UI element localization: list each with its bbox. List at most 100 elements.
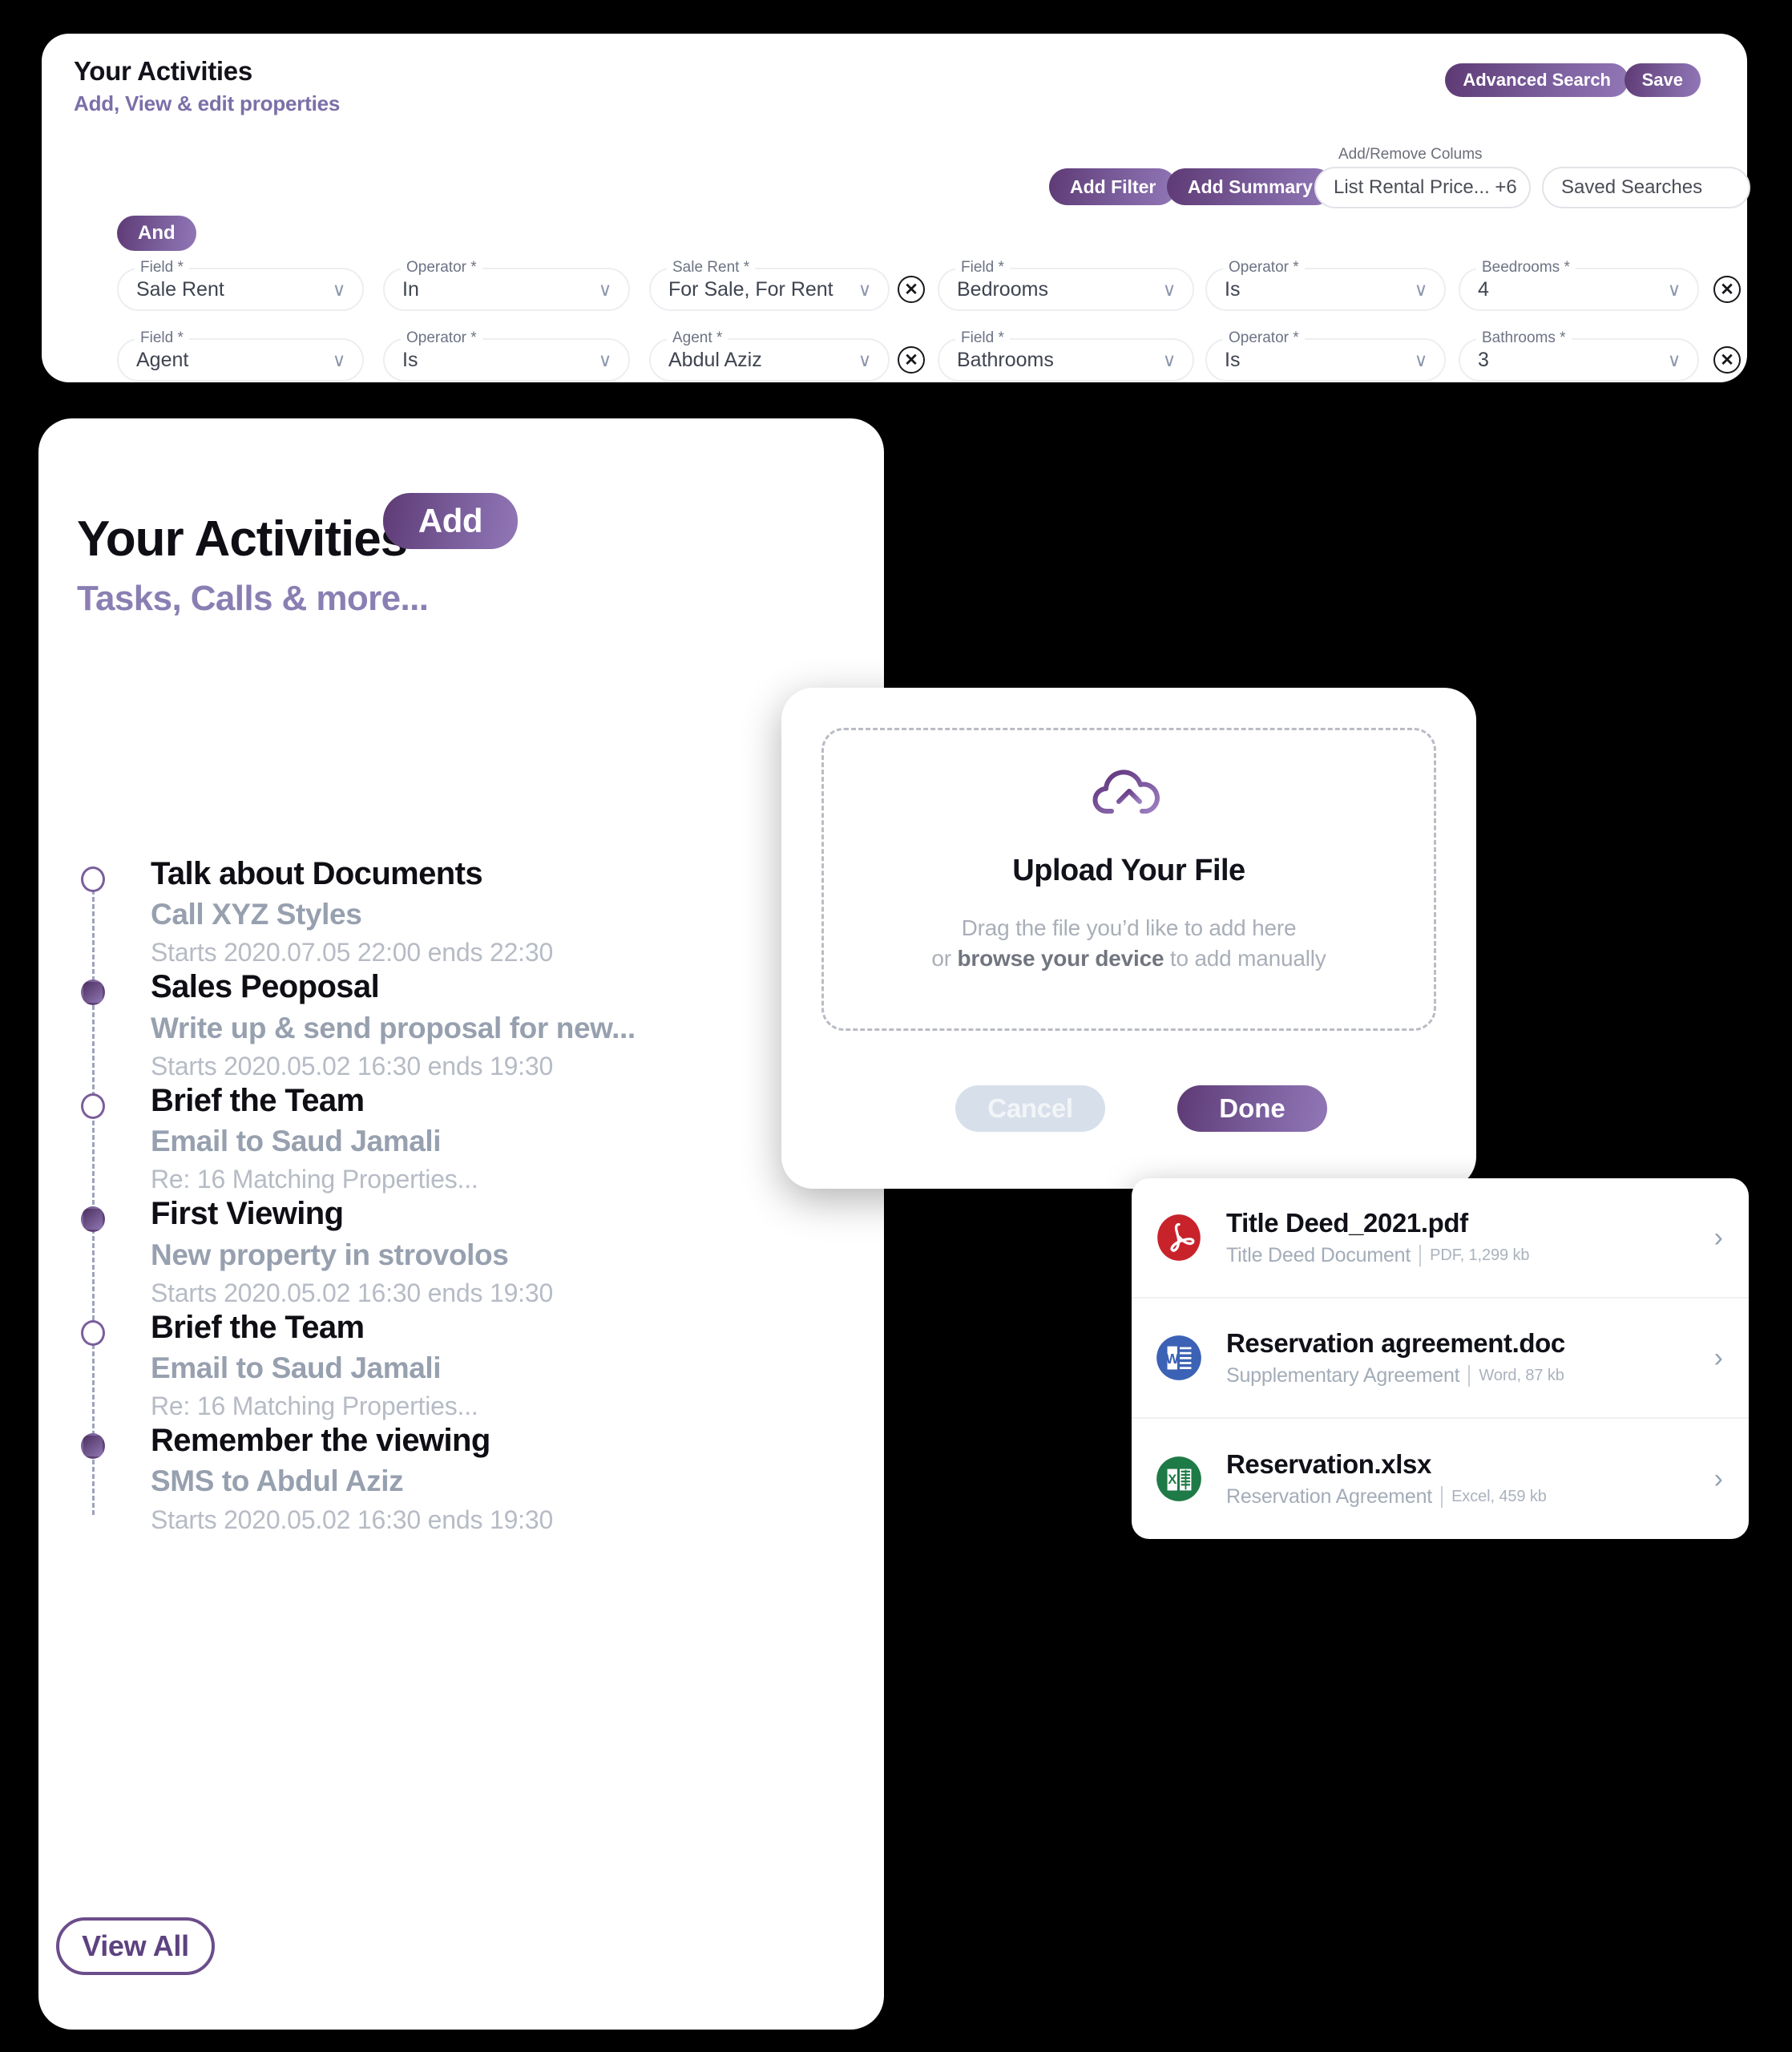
and-conjunction-chip[interactable]: And [117,216,196,251]
file-description: Title Deed Document [1226,1244,1411,1266]
filter-value-select[interactable]: Sale Rent * For Sale, For Rent ∨ [649,259,890,311]
activity-item[interactable]: Brief the Team Email to Saud Jamali Re: 16… [77,1309,846,1422]
chevron-down-icon: ∨ [332,278,346,300]
activity-status-dot [81,1093,105,1119]
filter-value-value: 4 [1478,277,1489,301]
advanced-search-panel: Your Activities Add, View & edit propert… [42,34,1750,382]
activity-meta: Re: 16 Matching Properties... [151,1165,478,1194]
svg-text:X: X [1168,1472,1177,1487]
add-remove-columns-label: Add/Remove Colums [1334,146,1487,164]
upload-hint-line-1: Drag the file you’d like to add here [961,915,1297,940]
chevron-down-icon: ∨ [598,278,612,300]
remove-filter-icon[interactable]: ✕ [898,346,925,374]
file-list-item[interactable]: Title Deed_2021.pdf Title Deed Document PD… [1132,1178,1749,1299]
view-all-button[interactable]: View All [56,1917,215,1975]
filter-operator-value: Is [1225,348,1241,371]
activity-item[interactable]: Brief the Team Email to Saud Jamali Re: 16… [77,1082,846,1195]
chevron-down-icon: ∨ [858,278,872,300]
chevron-right-icon[interactable]: › [1714,1465,1723,1493]
filter-field-value: Bathrooms [957,348,1054,371]
activity-status-dot [81,1319,105,1346]
filter-operator-select[interactable]: Operator * Is ∨ [1205,259,1446,311]
divider [1419,1245,1422,1266]
panel-title: Your Activities [74,56,252,86]
activities-title: Your Activities [77,511,408,567]
save-button[interactable]: Save [1624,63,1701,97]
activity-status-dot [81,866,105,892]
chevron-down-icon: ∨ [1162,278,1177,300]
file-list-item[interactable]: W Reservation agreement.doc Supplementary … [1132,1299,1749,1419]
filter-field-select[interactable]: Field * Agent ∨ [117,329,364,382]
filter-field-value: Agent [136,348,189,371]
activities-timeline: Talk about Documents Call XYZ Styles Start… [77,855,846,1536]
file-description: Supplementary Agreement [1226,1364,1460,1387]
add-summary-button[interactable]: Add Summary [1167,168,1334,205]
filter-value-select[interactable]: Agent * Abdul Aziz ∨ [649,329,890,382]
filter-row: Field * Sale Rent ∨ Operator * In ∨ Sale… [42,259,1747,311]
filter-value-select[interactable]: Beedrooms * 4 ∨ [1459,259,1699,311]
filter-field-select[interactable]: Field * Bedrooms ∨ [938,259,1194,311]
screen: Your Activities Add, View & edit propert… [0,0,1792,2052]
browse-device-link[interactable]: browse your device [957,946,1164,971]
filter-operator-select[interactable]: Operator * Is ∨ [383,329,630,382]
filter-operator-select[interactable]: Operator * Is ∨ [1205,329,1446,382]
filter-field-label: Field * [135,259,189,277]
chevron-right-icon[interactable]: › [1714,1344,1723,1371]
filter-value-value: Abdul Aziz [668,348,762,371]
activity-meta: Starts 2020.05.02 16:30 ends 19:30 [151,1051,554,1081]
activity-meta: Starts 2020.05.02 16:30 ends 19:30 [151,1505,554,1534]
file-description: Reservation Agreement [1226,1485,1433,1508]
filter-value-label: Agent * [667,329,729,347]
file-text-block: Title Deed_2021.pdf Title Deed Document PD… [1226,1208,1703,1267]
filter-operator-label: Operator * [1223,259,1305,277]
filter-operator-label: Operator * [1223,329,1305,347]
chevron-right-icon[interactable]: › [1714,1224,1723,1251]
filter-operator-value: Is [1225,277,1241,301]
activity-title: Remember the viewing [151,1423,490,1459]
activity-item[interactable]: Sales Peoposal Write up & send proposal f… [77,968,846,1081]
saved-searches-select[interactable]: Saved Searches [1542,167,1750,208]
advanced-search-button[interactable]: Advanced Search [1445,63,1629,97]
pdf-file-icon [1157,1214,1201,1261]
upload-hint-prefix: or [931,946,958,971]
filter-value-label: Sale Rent * [667,259,756,277]
filter-field-value: Bedrooms [957,277,1048,301]
activity-meta: Re: 16 Matching Properties... [151,1392,478,1421]
file-list-item[interactable]: X Reservation.xlsx Reservation Agreement Ex… [1132,1419,1749,1539]
activity-description: Call XYZ Styles [151,898,362,931]
activity-title: First Viewing [151,1196,344,1232]
file-name: Title Deed_2021.pdf [1226,1208,1468,1238]
filter-field-value: Sale Rent [136,277,224,301]
activity-item[interactable]: Remember the viewing SMS to Abdul Aziz Sta… [77,1422,846,1535]
add-activity-button[interactable]: Add [383,493,518,549]
filter-operator-select[interactable]: Operator * In ∨ [383,259,630,311]
activity-description: Write up & send proposal for new... [151,1011,636,1044]
filter-value-value: For Sale, For Rent [668,277,833,301]
filter-field-select[interactable]: Field * Bathrooms ∨ [938,329,1194,382]
remove-filter-icon[interactable]: ✕ [1713,276,1741,303]
cancel-button[interactable]: Cancel [955,1085,1105,1132]
activities-subtitle: Tasks, Calls & more... [77,579,429,618]
activity-title: Talk about Documents [151,856,483,891]
filter-field-label: Field * [955,259,1010,277]
activity-item[interactable]: Talk about Documents Call XYZ Styles Start… [77,855,846,968]
remove-filter-icon[interactable]: ✕ [898,276,925,303]
activity-description: Email to Saud Jamali [151,1125,442,1158]
add-filter-button[interactable]: Add Filter [1049,168,1177,205]
activity-title: Sales Peoposal [151,969,380,1005]
word-file-icon: W [1156,1335,1201,1380]
chevron-down-icon: ∨ [1667,278,1681,300]
filter-value-select[interactable]: Bathrooms * 3 ∨ [1459,329,1699,382]
upload-hint-line-2: or browse your device to add manually [931,946,1326,971]
remove-filter-icon[interactable]: ✕ [1713,346,1741,374]
add-remove-columns-select[interactable]: Add/Remove Colums List Rental Price... +… [1314,146,1531,208]
filter-value-label: Bathrooms * [1476,329,1572,347]
file-dropzone[interactable]: Upload Your File Drag the file you’d lik… [821,728,1436,1031]
filter-field-select[interactable]: Field * Sale Rent ∨ [117,259,364,311]
activity-description: New property in strovolos [151,1238,509,1271]
activity-item[interactable]: First Viewing New property in strovolos St… [77,1195,846,1308]
excel-file-icon: X [1156,1456,1201,1501]
chevron-down-icon: ∨ [858,349,872,370]
activity-status-dot [81,1433,105,1460]
done-button[interactable]: Done [1177,1085,1327,1132]
